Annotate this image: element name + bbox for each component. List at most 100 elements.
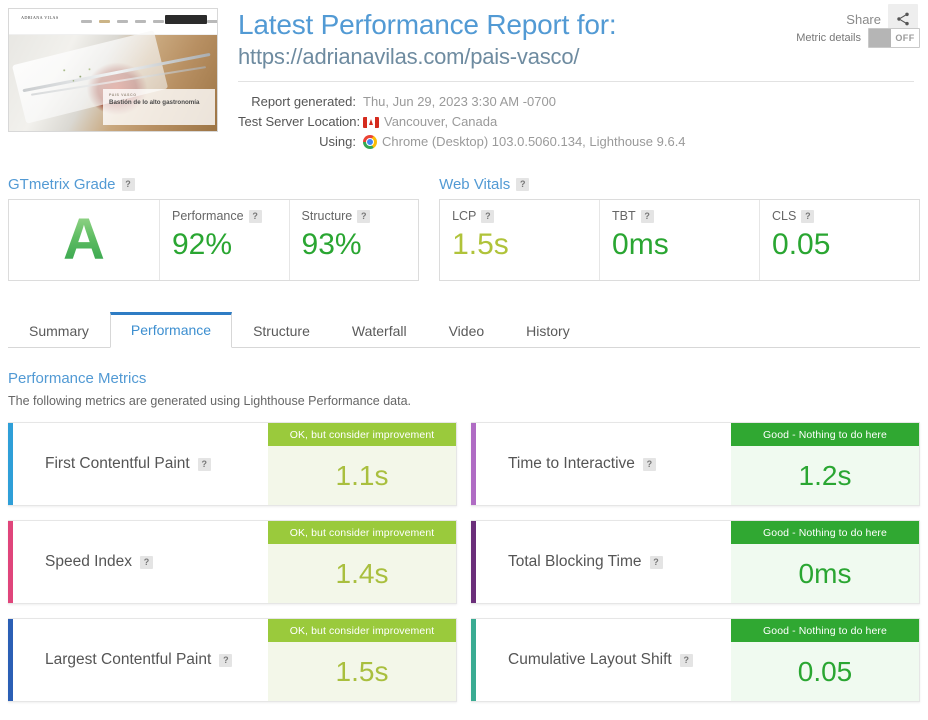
meta-value-text: Vancouver, Canada [384, 114, 498, 129]
meta-label: Using: [319, 134, 356, 149]
metric-label: Total Blocking Time ? [476, 521, 731, 603]
meta-value: Chrome (Desktop) 103.0.5060.134, Lightho… [363, 132, 686, 152]
toggle-knob [869, 29, 891, 47]
meta-value: Vancouver, Canada [363, 112, 497, 132]
tab-history[interactable]: History [505, 313, 591, 348]
performance-label-text: Performance [172, 209, 244, 223]
lcp-label: LCP ? [452, 209, 587, 223]
gtmetrix-report-page: ADRIANA VILAS PAIS VASCO Bastión de lo a… [0, 0, 928, 720]
help-icon[interactable]: ? [248, 209, 262, 223]
help-icon[interactable]: ? [801, 209, 815, 223]
meta-label: Test Server Location: [238, 114, 361, 129]
metrics-title: Performance Metrics [8, 370, 147, 387]
metric-status-banner: OK, but consider improvement [268, 423, 456, 446]
performance-score-value: 92% [172, 228, 233, 261]
metric-name-text: Total Blocking Time [508, 553, 642, 570]
thumbnail-nav-bar: ADRIANA VILAS [9, 9, 217, 35]
web-vitals-title: Web Vitals [439, 176, 511, 193]
help-icon[interactable]: ? [219, 653, 233, 667]
metric-status-banner: Good - Nothing to do here [731, 521, 919, 544]
thumbnail-hero-photo: PAIS VASCO Bastión de lo alto gastronomí… [9, 29, 217, 131]
web-vitals-block: Web Vitals ? LCP ? 1.5s TBT ? 0ms CLS ? … [439, 176, 920, 281]
thumbnail-cta-button [165, 15, 207, 24]
tab-structure[interactable]: Structure [232, 313, 331, 348]
thumbnail-nav-link [117, 20, 128, 23]
metric-details-toggle-group[interactable]: Metric details OFF [796, 28, 920, 48]
help-icon[interactable]: ? [481, 209, 495, 223]
tab-summary[interactable]: Summary [8, 313, 110, 348]
metric-card-time-to-interactive[interactable]: Time to Interactive ? Good - Nothing to … [471, 422, 920, 506]
cls-cell: CLS ? 0.05 [759, 200, 919, 280]
help-icon[interactable]: ? [197, 457, 211, 471]
grade-letter: A [63, 207, 105, 272]
meta-value-text: Thu, Jun 29, 2023 3:30 AM -0700 [363, 94, 556, 109]
lcp-value: 1.5s [452, 228, 509, 261]
meta-row-server-location: Test Server Location: Vancouver, Canada [238, 112, 914, 132]
metric-value: 1.5s [268, 642, 456, 701]
help-icon[interactable]: ? [516, 178, 530, 191]
report-tabs: Summary Performance Structure Waterfall … [8, 311, 920, 348]
site-thumbnail[interactable]: ADRIANA VILAS PAIS VASCO Bastión de lo a… [8, 8, 218, 132]
thumbnail-nav-link [99, 20, 110, 23]
share-label: Share [846, 11, 881, 27]
metric-card-cumulative-layout-shift[interactable]: Cumulative Layout Shift ? Good - Nothing… [471, 618, 920, 702]
tab-video[interactable]: Video [428, 313, 506, 348]
metric-score-box: Good - Nothing to do here 1.2s [731, 423, 919, 505]
metric-label: Cumulative Layout Shift ? [476, 619, 731, 701]
web-vitals-panel: LCP ? 1.5s TBT ? 0ms CLS ? 0.05 [439, 199, 920, 281]
metric-card-largest-contentful-paint[interactable]: Largest Contentful Paint ? OK, but consi… [8, 618, 457, 702]
metric-score-box: OK, but consider improvement 1.4s [268, 521, 456, 603]
help-icon[interactable]: ? [640, 209, 654, 223]
structure-score-value: 93% [301, 228, 362, 261]
gtmetrix-grade-panel: A Performance ? 92% Structure ? 93% [8, 199, 420, 281]
metric-status-banner: Good - Nothing to do here [731, 423, 919, 446]
metric-card-speed-index[interactable]: Speed Index ? OK, but consider improveme… [8, 520, 457, 604]
structure-label-text: Structure [301, 209, 353, 223]
lcp-cell: LCP ? 1.5s [440, 200, 599, 280]
thumbnail-nav-link [81, 20, 92, 23]
help-icon[interactable]: ? [140, 555, 154, 569]
metric-details-label: Metric details [796, 32, 861, 44]
metric-value: 1.2s [731, 446, 919, 505]
structure-score-label: Structure ? [302, 209, 407, 223]
metric-status-banner: OK, but consider improvement [268, 521, 456, 544]
tbt-label-text: TBT [612, 209, 636, 223]
metric-name-text: Speed Index [45, 553, 133, 570]
metric-value: 1.1s [268, 446, 456, 505]
canada-flag-icon [363, 116, 379, 128]
thumbnail-site-logo: ADRIANA VILAS [21, 15, 59, 20]
metric-value: 0ms [731, 544, 919, 603]
metric-details-toggle[interactable]: OFF [868, 28, 920, 48]
tab-waterfall[interactable]: Waterfall [331, 313, 428, 348]
metrics-grid: First Contentful Paint ? OK, but conside… [0, 422, 928, 702]
thumbnail-garnish-shape [54, 63, 101, 85]
help-icon[interactable]: ? [357, 209, 371, 223]
cls-value: 0.05 [772, 228, 831, 261]
report-header: ADRIANA VILAS PAIS VASCO Bastión de lo a… [0, 0, 928, 152]
meta-value: Thu, Jun 29, 2023 3:30 AM -0700 [363, 92, 556, 112]
metric-score-box: Good - Nothing to do here 0ms [731, 521, 919, 603]
toggle-state-label: OFF [895, 33, 915, 43]
metric-name-text: First Contentful Paint [45, 455, 190, 472]
help-icon[interactable]: ? [642, 457, 656, 471]
metrics-subtitle: The following metrics are generated usin… [8, 394, 412, 408]
thumbnail-hero-caption: PAIS VASCO Bastión de lo alto gastronomí… [103, 89, 215, 125]
metric-card-total-blocking-time[interactable]: Total Blocking Time ? Good - Nothing to … [471, 520, 920, 604]
help-icon[interactable]: ? [649, 555, 663, 569]
tbt-value: 0ms [612, 228, 669, 261]
help-icon[interactable]: ? [679, 653, 693, 667]
tab-performance[interactable]: Performance [109, 312, 233, 348]
gtmetrix-grade-heading: GTmetrix Grade ? [8, 176, 419, 193]
metric-score-box: OK, but consider improvement 1.5s [268, 619, 456, 701]
metric-label: Time to Interactive ? [476, 423, 731, 505]
metric-label: Largest Contentful Paint ? [13, 619, 268, 701]
metric-card-first-contentful-paint[interactable]: First Contentful Paint ? OK, but conside… [8, 422, 457, 506]
metrics-header: Performance Metrics The following metric… [0, 28, 928, 408]
report-meta-list: Report generated: Thu, Jun 29, 2023 3:30… [238, 92, 914, 152]
help-icon[interactable]: ? [121, 178, 135, 191]
scores-row: GTmetrix Grade ? A Performance ? 92% Str… [0, 176, 928, 281]
cls-label-text: CLS [772, 209, 797, 223]
header-divider [238, 81, 914, 82]
thumbnail-nav-link [153, 20, 164, 23]
metric-value: 0.05 [731, 642, 919, 701]
